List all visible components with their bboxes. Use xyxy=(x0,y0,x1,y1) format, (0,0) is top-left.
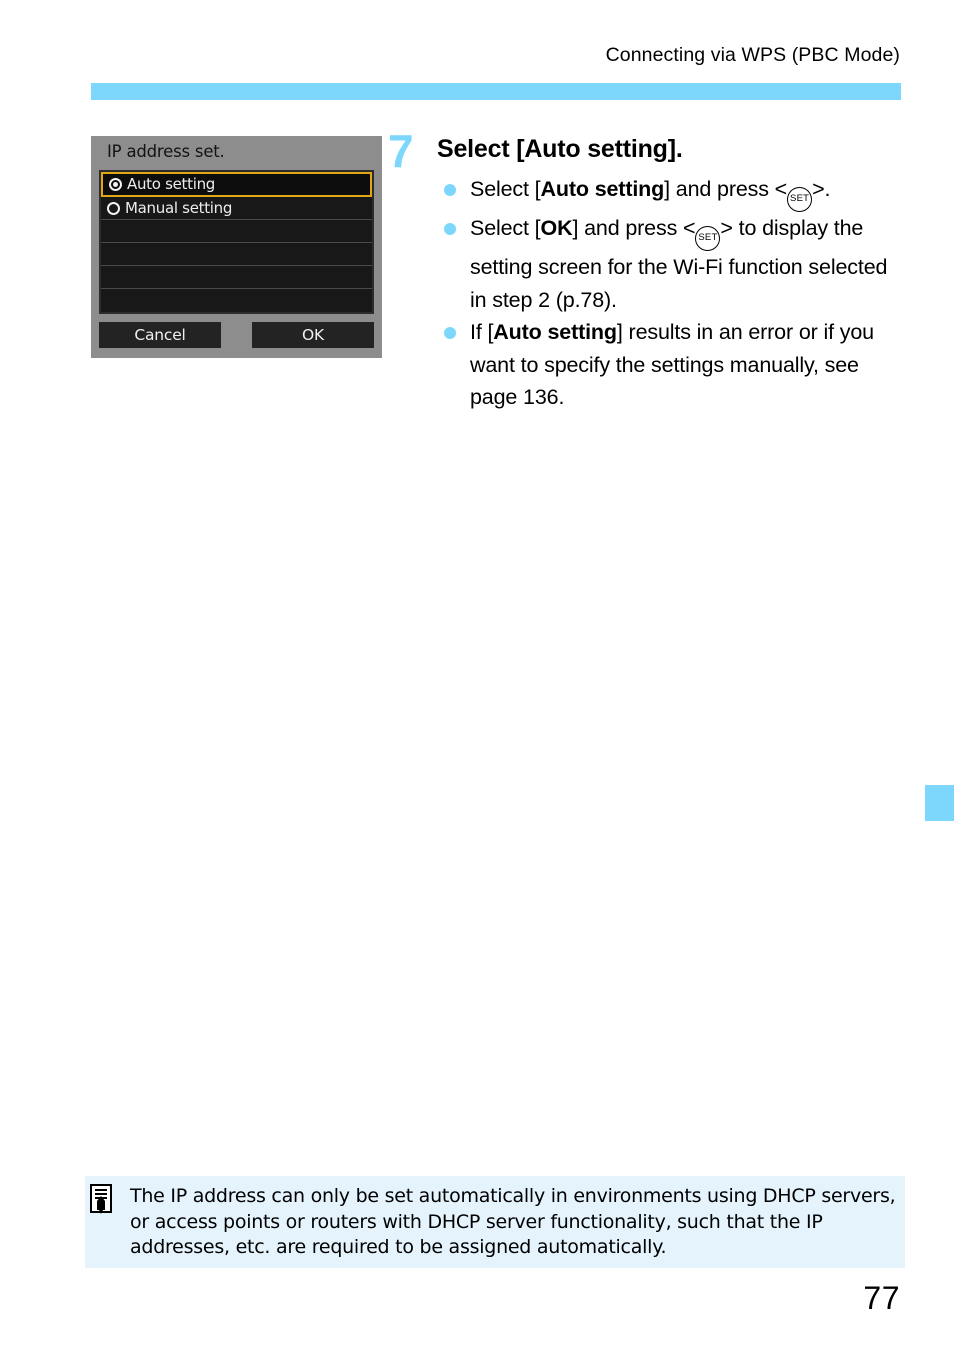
cancel-button[interactable]: Cancel xyxy=(99,322,221,348)
bullet-emphasis: Auto setting xyxy=(493,320,617,344)
bullet-text: ] and press < xyxy=(572,216,696,240)
header-rule xyxy=(91,83,901,100)
screen-option-row xyxy=(101,243,372,266)
screen-option-row[interactable]: Auto setting xyxy=(101,172,372,197)
page-number: 77 xyxy=(863,1280,900,1316)
screen-option-row[interactable]: Manual setting xyxy=(101,197,372,220)
note-pencil-icon xyxy=(90,1184,116,1214)
bullet-dot-icon xyxy=(444,327,456,339)
bullet-text: >. xyxy=(812,177,831,201)
screen-option-label: Auto setting xyxy=(127,175,215,193)
running-header: Connecting via WPS (PBC Mode) xyxy=(605,44,900,66)
set-button-icon: SET xyxy=(787,187,813,212)
camera-screen-figure: IP address set. Auto setting Manual setti… xyxy=(91,136,382,358)
bullet-item: Select [Auto setting] and press < SET >. xyxy=(437,173,907,212)
note-box: The IP address can only be set automatic… xyxy=(85,1176,905,1268)
screen-option-row xyxy=(101,289,372,312)
bullet-text: ] and press < xyxy=(664,177,788,201)
bullet-emphasis: OK xyxy=(540,216,573,240)
step-heading: Select [Auto setting]. xyxy=(437,135,683,163)
bullet-text: Select [ xyxy=(470,177,541,201)
radio-selected-icon xyxy=(109,178,122,191)
radio-unselected-icon xyxy=(107,201,120,215)
screen-title: IP address set. xyxy=(107,142,225,161)
bullet-dot-icon xyxy=(444,223,456,235)
screen-option-row xyxy=(101,220,372,243)
screen-option-label: Manual setting xyxy=(125,198,233,217)
bullet-dot-icon xyxy=(444,184,456,196)
bullet-item: Select [OK] and press < SET > to display t… xyxy=(437,212,907,316)
bullet-item: If [Auto setting] results in an error or… xyxy=(437,316,907,414)
note-text: The IP address can only be set automatic… xyxy=(130,1185,896,1258)
step-number: 7 xyxy=(388,125,414,177)
bullet-emphasis: Auto setting xyxy=(540,177,665,201)
bullet-text: Select [ xyxy=(470,216,541,240)
step-bullet-list: Select [Auto setting] and press < SET >. Se… xyxy=(437,173,907,414)
screen-option-list: Auto setting Manual setting xyxy=(99,170,374,314)
set-button-icon: SET xyxy=(695,226,721,251)
screen-option-row xyxy=(101,266,372,289)
screen-button-bar: Cancel OK xyxy=(99,322,374,348)
chapter-tab xyxy=(925,785,954,821)
bullet-text: If [ xyxy=(470,320,494,344)
ok-button[interactable]: OK xyxy=(252,322,374,348)
